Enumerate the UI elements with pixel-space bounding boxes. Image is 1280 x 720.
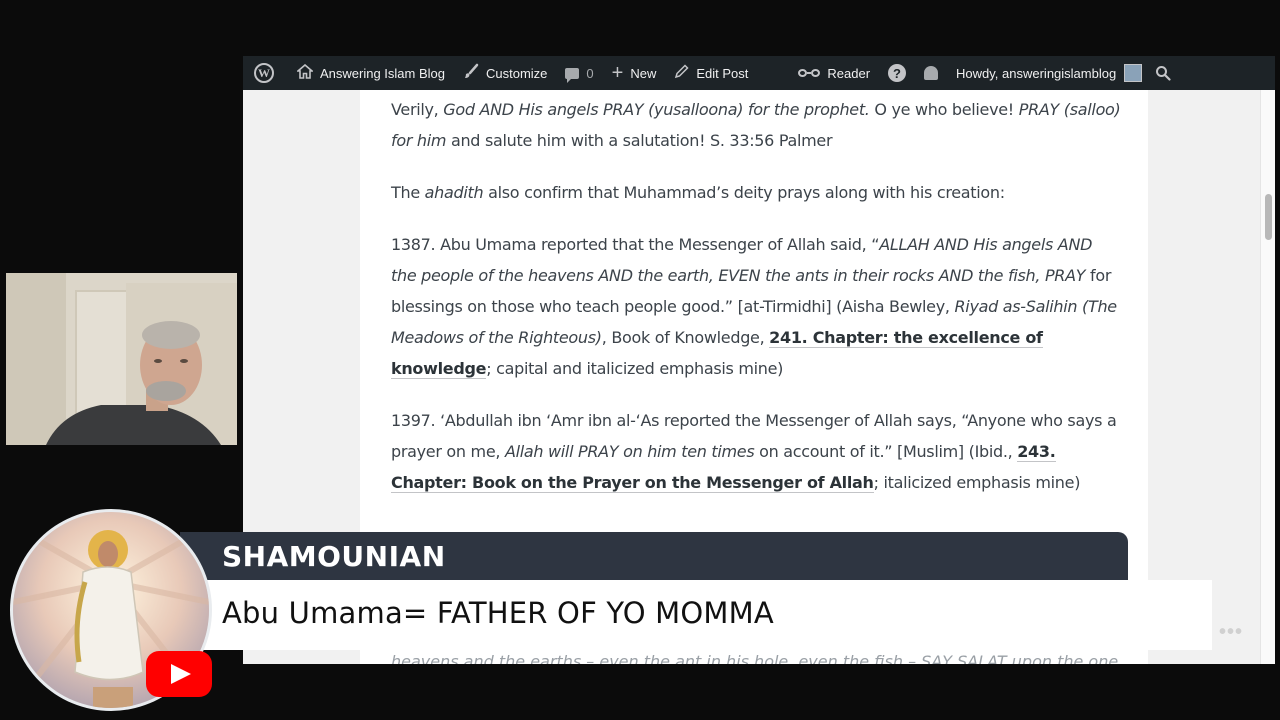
paragraph-ahadith-intro: The ahadith also confirm that Muhammad’s… [391,177,1121,208]
webcam-person-image [6,273,237,445]
notifications-button[interactable] [915,56,947,90]
youtube-logo-icon[interactable] [146,651,212,697]
site-name-menu[interactable]: Answering Islam Blog [288,56,454,90]
chat-message-bar: Abu Umama= FATHER OF YO MOMMA [180,580,1212,650]
howdy-label: Howdy, answeringislamblog [956,65,1117,81]
paragraph-quran-quote: Verily, God AND His angels PRAY (yusallo… [391,94,1121,156]
streamer-name-bar: SHAMOUNIAN [180,532,1128,580]
bell-icon [924,66,939,80]
site-name-label: Answering Islam Blog [320,65,445,81]
article-text: Verily, God AND His angels PRAY (yusallo… [391,94,1121,519]
p1-text-c: O ye who believe! [869,100,1019,119]
help-icon: ? [888,64,907,82]
p1-emphasis-b: God AND His angels PRAY (yusalloona) for… [443,100,870,119]
p3-text-a: 1387. Abu Umama reported that the Messen… [391,235,880,254]
p4-emphasis-b: Allah will PRAY on him ten times [504,442,755,461]
wp-logo-menu[interactable]: W [243,56,288,90]
reader-label: Reader [827,65,871,81]
page-scrollbar[interactable] [1260,90,1275,664]
user-avatar [1124,64,1143,82]
paragraph-hadith-1397: 1397. ‘Abdullah ibn ‘Amr ibn al-‘As repo… [391,405,1121,498]
p1-text-a: Verily, [391,100,444,119]
p4-text-e: ; italicized emphasis mine) [873,473,1081,492]
edit-post-label: Edit Post [696,65,749,81]
p3-text-g: ; capital and italicized emphasis mine) [486,359,784,378]
p4-text-c: on account of it.” [Muslim] (Ibid., [754,442,1018,461]
comment-icon [565,67,580,83]
streamer-name: SHAMOUNIAN [222,540,446,573]
webcam-feed [6,273,237,445]
paragraph-hadith-1387: 1387. Abu Umama reported that the Messen… [391,229,1121,384]
chat-message-text: Abu Umama= FATHER OF YO MOMMA [222,596,774,630]
more-options-button[interactable]: ••• [1214,622,1248,648]
edit-post-link[interactable]: Edit Post [665,56,757,90]
customize-link[interactable]: Customize [454,56,556,90]
plus-icon: + [611,62,624,84]
wordpress-logo-icon: W [254,63,274,83]
p2-text-c: also confirm that Muhammad’s deity prays… [483,183,1005,202]
search-icon [1156,66,1171,81]
brush-icon [463,63,479,83]
home-icon [295,63,315,83]
p3-text-e: , Book of Knowledge, [601,328,770,347]
pencil-icon [674,63,689,83]
comments-link[interactable]: 0 [556,56,602,90]
p2-text-a: The [391,183,425,202]
new-content-menu[interactable]: + New [603,56,666,90]
account-menu[interactable]: Howdy, answeringislamblog [947,56,1151,90]
wordpress-admin-bar: W Answering Islam Blog Customize 0 + New [243,56,1275,90]
help-button[interactable]: ? [879,56,915,90]
p1-text-e: and salute him with a salutation! S. 33:… [446,131,833,150]
new-label: New [630,65,657,81]
customize-label: Customize [486,65,548,81]
search-button[interactable] [1151,56,1180,90]
faded-quote-line: heavens and the earths – even the ant in… [391,652,1119,664]
comments-count: 0 [586,65,594,81]
p2-emphasis-b: ahadith [424,183,484,202]
glasses-icon [798,69,821,77]
scrollbar-thumb[interactable] [1265,194,1272,240]
reader-link[interactable]: Reader [789,56,879,90]
